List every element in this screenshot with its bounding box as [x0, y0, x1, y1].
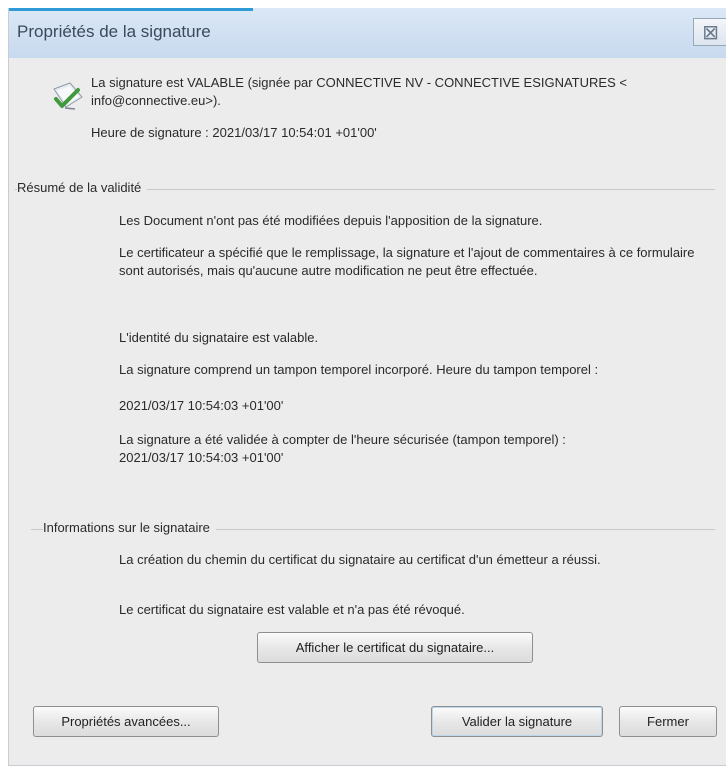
- validity-item-unmodified: Les Document n'ont pas été modifiées dep…: [119, 213, 543, 228]
- validity-item-secure-time: La signature a été validée à compter de …: [119, 432, 566, 447]
- title-bar[interactable]: Propriétés de la signature ⊠: [9, 8, 726, 58]
- dialog-body: La signature est VALABLE (signée par CON…: [9, 58, 726, 765]
- advanced-properties-button[interactable]: Propriétés avancées...: [33, 706, 219, 737]
- signer-item-path: La création du chemin du certificat du s…: [119, 552, 601, 567]
- signature-time-label: Heure de signature :: [91, 125, 209, 140]
- dialog-title: Propriétés de la signature: [17, 22, 211, 41]
- validity-item-secure-time-value: 2021/03/17 10:54:03 +01'00': [119, 450, 284, 465]
- signer-item-valid: Le certificat du signataire est valable …: [119, 602, 465, 617]
- validity-item-timestamp-value: 2021/03/17 10:54:03 +01'00': [119, 398, 284, 413]
- signature-properties-dialog: Propriétés de la signature ⊠ La signatur…: [8, 8, 726, 766]
- signer-group-title: Informations sur le signataire: [43, 520, 216, 535]
- validity-item-certifier: Le certificateur a spécifié que le rempl…: [119, 245, 695, 278]
- close-button[interactable]: Fermer: [619, 706, 717, 737]
- show-certificate-button[interactable]: Afficher le certificat du signataire...: [257, 632, 533, 663]
- signature-time: Heure de signature : 2021/03/17 10:54:01…: [91, 125, 377, 140]
- validate-signature-button[interactable]: Valider la signature: [431, 706, 603, 737]
- title-accent-bar: [9, 8, 253, 11]
- signature-valid-icon: [53, 82, 83, 110]
- validity-item-timestamp: La signature comprend un tampon temporel…: [119, 362, 599, 377]
- validity-group-title: Résumé de la validité: [17, 180, 148, 195]
- close-icon[interactable]: ⊠: [693, 18, 726, 46]
- validity-item-identity: L'identité du signataire est valable.: [119, 330, 319, 345]
- signature-status-text: La signature est VALABLE (signée par CON…: [91, 75, 627, 108]
- signature-time-value: 2021/03/17 10:54:01 +01'00': [212, 125, 377, 140]
